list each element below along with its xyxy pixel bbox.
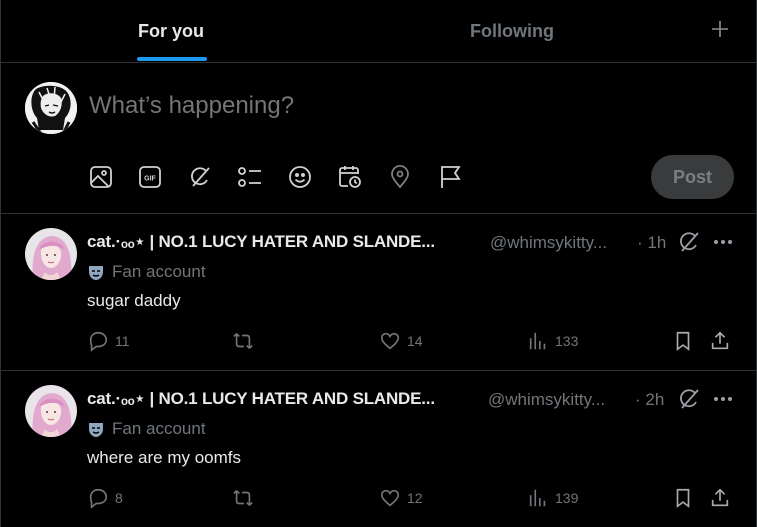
affiliate-badge: Fan account [87, 261, 206, 283]
bookmark-icon [676, 331, 690, 351]
more-icon[interactable] [711, 230, 735, 254]
location-icon[interactable] [386, 163, 414, 191]
reply-icon [89, 488, 108, 509]
bookmark-button[interactable] [672, 329, 694, 353]
reply-count: 8 [115, 490, 123, 506]
display-name[interactable]: cat.·ₒₒ⋆ | NO.1 LUCY HATER AND SLANDE... [87, 232, 435, 252]
timeline: For you Following GI [0, 0, 757, 527]
grok-icon[interactable] [186, 163, 214, 191]
repost-icon [233, 333, 253, 349]
more-icon[interactable] [711, 387, 735, 411]
analytics-icon [529, 489, 546, 507]
avatar[interactable] [25, 82, 77, 134]
view-count: 133 [555, 333, 579, 349]
handle[interactable]: @whimsykitty... [490, 233, 607, 253]
like-button[interactable]: 14 [379, 329, 423, 353]
post-button[interactable]: Post [651, 155, 734, 199]
tab-following[interactable]: Following [341, 0, 683, 62]
display-name[interactable]: cat.·ₒₒ⋆ | NO.1 LUCY HATER AND SLANDE... [87, 389, 435, 409]
tweet-actions: 11 14 133 [87, 329, 737, 353]
analytics-icon [529, 332, 546, 350]
affiliate-badge: Fan account [87, 418, 206, 440]
svg-text:GIF: GIF [144, 176, 156, 183]
tab-following-label: Following [470, 20, 554, 41]
repost-button[interactable] [232, 329, 260, 353]
tweet-text: sugar daddy [87, 291, 181, 310]
compose-input[interactable] [89, 92, 689, 120]
handle[interactable]: @whimsykitty... [488, 390, 605, 410]
badge-label: Fan account [112, 262, 206, 281]
poll-icon[interactable] [236, 163, 264, 191]
active-tab-indicator [137, 57, 207, 61]
bookmark-button[interactable] [672, 486, 694, 510]
views-button[interactable]: 133 [527, 329, 578, 353]
avatar[interactable] [25, 228, 77, 280]
share-icon [711, 331, 729, 350]
tab-for-you[interactable]: For you [1, 0, 341, 62]
reply-icon [89, 331, 108, 352]
grok-icon[interactable] [677, 230, 701, 254]
tweet[interactable]: cat.·ₒₒ⋆ | NO.1 LUCY HATER AND SLANDE...… [1, 371, 756, 527]
emoji-icon[interactable] [286, 163, 314, 191]
heart-icon [380, 332, 400, 350]
flag-icon[interactable] [436, 163, 464, 191]
image-icon[interactable] [87, 163, 115, 191]
tweet-header: cat.·ₒₒ⋆ | NO.1 LUCY HATER AND SLANDE...… [87, 232, 747, 254]
share-icon [711, 488, 729, 507]
mask-icon [89, 423, 103, 437]
schedule-icon[interactable] [336, 163, 364, 191]
like-count: 12 [407, 490, 423, 506]
tweet[interactable]: cat.·ₒₒ⋆ | NO.1 LUCY HATER AND SLANDE...… [1, 214, 756, 371]
avatar[interactable] [25, 385, 77, 437]
badge-label: Fan account [112, 419, 206, 438]
repost-icon [233, 490, 253, 506]
reply-count: 11 [115, 333, 130, 349]
repost-button[interactable] [232, 486, 260, 510]
heart-icon [380, 489, 400, 507]
tweet-header: cat.·ₒₒ⋆ | NO.1 LUCY HATER AND SLANDE...… [87, 389, 747, 411]
share-button[interactable] [709, 486, 731, 510]
gif-icon[interactable]: GIF [136, 163, 164, 191]
tab-for-you-label: For you [138, 20, 204, 41]
mask-icon [89, 266, 103, 280]
reply-button[interactable]: 11 [87, 329, 130, 353]
tweet-text: where are my oomfs [87, 448, 241, 467]
plus-icon[interactable] [705, 14, 735, 44]
views-button[interactable]: 139 [527, 486, 578, 510]
tweet-composer: GIF Post [1, 63, 756, 214]
timestamp[interactable]: · 1h [637, 233, 666, 253]
view-count: 139 [555, 490, 579, 506]
like-button[interactable]: 12 [379, 486, 423, 510]
timeline-tabs: For you Following [1, 0, 756, 63]
grok-icon[interactable] [677, 387, 701, 411]
like-count: 14 [407, 333, 423, 349]
timestamp[interactable]: · 2h [635, 390, 664, 410]
share-button[interactable] [709, 329, 731, 353]
reply-button[interactable]: 8 [87, 486, 123, 510]
bookmark-icon [676, 488, 690, 508]
tweet-actions: 8 12 139 [87, 486, 737, 510]
